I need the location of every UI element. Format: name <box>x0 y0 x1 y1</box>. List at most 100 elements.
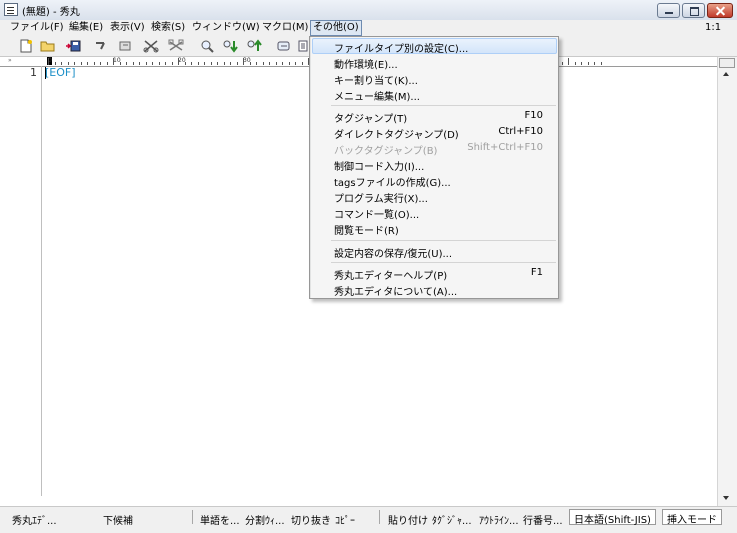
tag-jump-icon[interactable] <box>276 39 292 53</box>
status-cut[interactable]: 切り抜き <box>291 512 331 527</box>
undo-icon[interactable] <box>93 39 109 53</box>
status-paste[interactable]: 貼り付け <box>388 512 428 527</box>
status-tag-jump[interactable]: ﾀｸﾞｼﾞｬ... <box>432 512 472 527</box>
ruler-tick <box>198 62 199 65</box>
ruler-tick <box>282 62 283 65</box>
save-icon[interactable] <box>65 39 81 53</box>
menu-edit[interactable]: 編集(E) <box>67 21 105 35</box>
ruler-tick <box>302 62 303 65</box>
redo-icon[interactable] <box>118 39 134 53</box>
open-folder-icon[interactable] <box>40 39 56 53</box>
menu-separator <box>331 105 556 106</box>
maximize-button[interactable] <box>682 3 705 18</box>
ruler-tick <box>172 62 173 65</box>
ruler-tick <box>243 58 244 65</box>
status-divider <box>379 510 380 524</box>
menu-view[interactable]: 表示(V) <box>108 21 147 35</box>
ruler-tick <box>55 62 56 65</box>
scroll-up-button[interactable] <box>719 67 733 81</box>
vertical-scrollbar[interactable] <box>717 57 737 506</box>
menu-item-filetype-settings[interactable]: ファイルタイプ別の設定(C)... <box>334 40 468 55</box>
ruler-tick <box>256 62 257 65</box>
ruler-tick <box>48 58 49 65</box>
document-icon[interactable] <box>4 3 18 16</box>
ruler-tick <box>133 62 134 65</box>
ruler-tick <box>204 62 205 65</box>
menu-window[interactable]: ウィンドウ(W) <box>190 21 262 35</box>
cut-icon[interactable] <box>143 39 159 53</box>
ruler-tick <box>581 62 582 65</box>
ruler-tick <box>126 62 127 65</box>
ruler-tick <box>588 62 589 65</box>
ruler-tick <box>269 62 270 65</box>
menu-search[interactable]: 検索(S) <box>149 21 187 35</box>
ruler-tick <box>68 62 69 65</box>
input-mode-indicator[interactable]: 挿入モード <box>662 509 722 526</box>
ruler-tick <box>594 62 595 65</box>
find-down-icon[interactable] <box>222 39 238 53</box>
menu-file[interactable]: ファイル(F) <box>8 21 66 35</box>
ruler-tick <box>250 62 251 65</box>
menu-item-run-program[interactable]: プログラム実行(X)... <box>334 190 428 205</box>
menu-separator <box>331 262 556 263</box>
line-number-separator <box>41 66 42 496</box>
menu-item-create-tags[interactable]: tagsファイルの作成(G)... <box>334 174 451 189</box>
ruler-tick <box>107 62 108 65</box>
close-button[interactable] <box>707 3 733 18</box>
ruler-tick <box>224 62 225 65</box>
scroll-down-button[interactable] <box>719 491 733 505</box>
find-up-icon[interactable] <box>246 39 262 53</box>
menu-item-back-tag-jump: バックタグジャンプ(B) <box>334 146 438 157</box>
status-divider <box>192 510 193 524</box>
menu-item-view-mode[interactable]: 閲覧モード(R) <box>334 222 399 237</box>
chevron-down-icon <box>723 496 729 500</box>
menu-item-environment[interactable]: 動作環境(E)... <box>334 56 398 71</box>
ruler-tick <box>61 62 62 65</box>
menu-other[interactable]: その他(O) <box>310 20 362 36</box>
ruler-tick <box>217 62 218 65</box>
menu-item-help[interactable]: 秀丸エディターヘルプ(P) <box>334 267 447 282</box>
menu-item-menu-edit[interactable]: メニュー編集(M)... <box>334 88 420 103</box>
ruler-tick <box>146 62 147 65</box>
ruler-tick <box>139 62 140 65</box>
status-word[interactable]: 単語を... <box>200 512 240 527</box>
ruler-fold-marker: » <box>8 57 12 64</box>
ruler-tick <box>211 62 212 65</box>
new-file-icon[interactable] <box>18 39 34 53</box>
menu-item-command-list[interactable]: コマンド一覧(O)... <box>334 206 419 221</box>
menu-separator <box>331 240 556 241</box>
ruler-tick <box>100 62 101 65</box>
menu-gutter <box>310 37 311 298</box>
ruler-tick <box>159 62 160 65</box>
shortcut-back-tag-jump: Shift+Ctrl+F10 <box>467 142 543 153</box>
ruler-tick <box>120 62 121 65</box>
status-line-number[interactable]: 行番号... <box>523 512 563 527</box>
status-copy[interactable]: ｺﾋﾟｰ <box>335 512 355 527</box>
minimize-button[interactable] <box>657 3 680 18</box>
ruler-tick <box>94 62 95 65</box>
ruler-tick <box>562 62 563 65</box>
menu-item-control-code[interactable]: 制御コード入力(I)... <box>334 158 424 173</box>
ruler-tick <box>152 62 153 65</box>
menu-item-tag-jump[interactable]: タグジャンプ(T) <box>334 110 407 125</box>
menu-item-key-assign[interactable]: キー割り当て(K)... <box>334 72 418 87</box>
menu-macro[interactable]: マクロ(M) <box>260 21 310 35</box>
ruler-tick <box>113 58 114 65</box>
title-bar <box>0 0 737 21</box>
menu-item-about[interactable]: 秀丸エディタについて(A)... <box>334 283 457 298</box>
cut-alt-icon[interactable] <box>168 39 184 53</box>
ruler-tick <box>230 62 231 65</box>
shortcut-tag-jump: F10 <box>524 110 543 121</box>
encoding-indicator[interactable]: 日本語(Shift-JIS) <box>569 509 656 526</box>
status-outline[interactable]: ｱｳﾄﾗｲﾝ... <box>479 512 519 527</box>
menu-item-direct-tag-jump[interactable]: ダイレクトタグジャンプ(D) <box>334 126 459 141</box>
status-next-candidate[interactable]: 下候補 <box>103 512 133 527</box>
ruler-tick <box>81 62 82 65</box>
status-hidemaru[interactable]: 秀丸ｴﾃﾞ... <box>12 512 57 527</box>
ruler-tick <box>276 62 277 65</box>
status-split-window[interactable]: 分割ｳｨ... <box>245 512 285 527</box>
chevron-up-icon <box>723 72 729 76</box>
menu-item-save-restore[interactable]: 設定内容の保存/復元(U)... <box>334 245 452 260</box>
ruler-tick <box>575 62 576 65</box>
search-icon[interactable] <box>200 39 216 53</box>
